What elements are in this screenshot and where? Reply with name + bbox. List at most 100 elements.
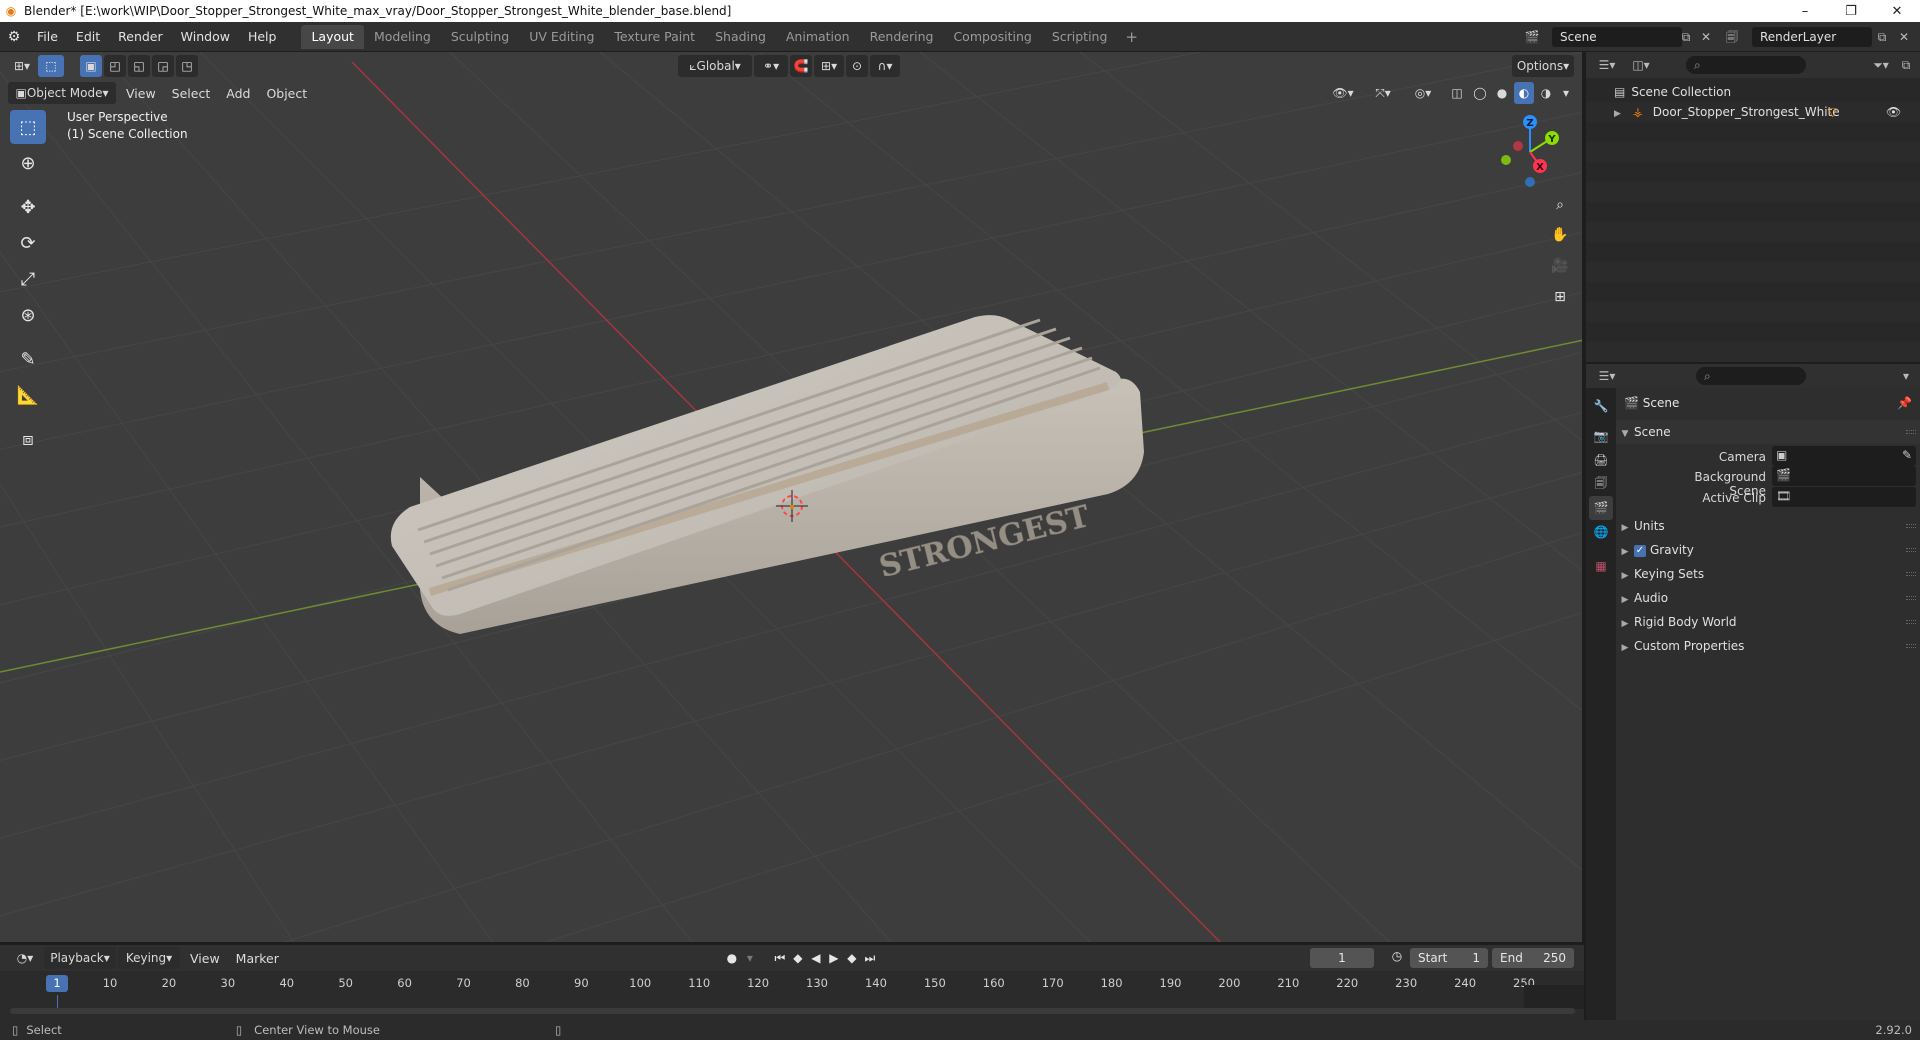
pin-icon[interactable]: 📌 (1897, 396, 1912, 410)
rotate-tool-icon[interactable]: ⟳ (10, 226, 46, 260)
gravity-panel-header[interactable]: ▶ ✓ Gravity (1616, 538, 1920, 562)
rigid-body-world-panel-header[interactable]: ▶ Rigid Body World (1616, 610, 1920, 634)
visibility-eye-icon[interactable]: 👁 (1886, 102, 1901, 122)
properties-editor-type-icon[interactable]: ☰▾ (1592, 366, 1622, 386)
menu-help[interactable]: Help (239, 22, 286, 52)
shading-solid-icon[interactable]: ● (1492, 82, 1512, 104)
menu-select[interactable]: Select (164, 86, 219, 101)
background-scene-field[interactable]: 🎬 (1772, 466, 1916, 486)
options-dropdown[interactable]: Options ▾ (1512, 55, 1574, 77)
shading-material-icon[interactable]: ◐ (1514, 82, 1534, 104)
jump-start-icon[interactable]: ⏮ (771, 951, 789, 966)
auto-keying-icon[interactable]: ● (723, 951, 741, 965)
end-frame-field[interactable]: End 250 (1492, 948, 1574, 968)
menu-edit[interactable]: Edit (67, 22, 109, 52)
pivot-point-dropdown[interactable]: ⚭▾ (754, 55, 789, 77)
world-tab-icon[interactable]: 🌐 (1589, 520, 1613, 544)
scene-selector-icon[interactable]: 🎬 (1522, 27, 1542, 47)
tab-compositing[interactable]: Compositing (943, 25, 1041, 49)
visibility-dropdown[interactable]: 👁▾ (1326, 82, 1360, 104)
jump-end-icon[interactable]: ⏭ (861, 951, 879, 966)
proportional-falloff-dropdown[interactable]: ∩▾ (870, 55, 901, 77)
xray-toggle-icon[interactable]: ◫ (1446, 82, 1468, 104)
render-tab-icon[interactable]: 📷 (1589, 424, 1613, 448)
timeline-menu-view[interactable]: View (182, 951, 228, 966)
transform-orientation-dropdown[interactable]: ⟀ Global ▾ (678, 55, 753, 77)
tab-texture-paint[interactable]: Texture Paint (604, 25, 705, 49)
drag-handle-icon[interactable] (1906, 430, 1916, 434)
tab-scripting[interactable]: Scripting (1042, 25, 1118, 49)
drag-handle-icon[interactable] (1906, 548, 1916, 552)
expand-arrow-icon[interactable]: ▶ (1614, 109, 1621, 119)
view-layer-icon[interactable]: 🗐 (1722, 27, 1742, 47)
snap-target-dropdown[interactable]: ⊞▾ (814, 55, 845, 77)
new-scene-icon[interactable]: ⧉ (1676, 27, 1696, 47)
jump-next-key-icon[interactable]: ◆ (843, 951, 861, 965)
door-stopper-object[interactable]: STRONGEST (390, 315, 1144, 634)
shading-rendered-icon[interactable]: ◑ (1536, 82, 1556, 104)
camera-field[interactable]: ▣ ✎ (1772, 446, 1916, 466)
filter-icon[interactable]: ⏷▾ (1866, 55, 1896, 75)
cursor-tool-icon[interactable]: ⊕ (10, 146, 46, 180)
mode-subtract-icon[interactable]: ◱ (128, 55, 151, 77)
shading-options-dropdown[interactable]: ▾ (1558, 82, 1574, 104)
outliner-search-input[interactable]: ⌕ (1686, 56, 1806, 74)
output-tab-icon[interactable]: 🖨 (1589, 448, 1613, 472)
drag-handle-icon[interactable] (1906, 596, 1916, 600)
view-layer-field[interactable]: RenderLayer (1752, 27, 1872, 47)
object-mode-dropdown[interactable]: ▣ Object Mode ▾ (8, 82, 116, 104)
tab-rendering[interactable]: Rendering (860, 25, 944, 49)
menu-render[interactable]: Render (109, 22, 172, 52)
maximize-button[interactable]: ❐ (1828, 0, 1874, 22)
texture-tab-icon[interactable]: ▦ (1589, 554, 1613, 578)
keying-sets-panel-header[interactable]: ▶ Keying Sets (1616, 562, 1920, 586)
gizmo-toggle-icon[interactable]: ⤧▾ (1366, 82, 1400, 104)
close-button[interactable]: ✕ (1874, 0, 1920, 22)
3d-viewport[interactable]: STRONGEST ⊞▾ ⬚ ▣ ◰ ◱ ◲ ◳ ⟀ Global ▾ ⚭▾ 🧲… (0, 52, 1584, 942)
drag-handle-icon[interactable] (1906, 572, 1916, 576)
snap-toggle-icon[interactable]: 🧲 (790, 55, 813, 77)
proportional-edit-icon[interactable]: ⊙ (846, 55, 869, 77)
mode-set-icon[interactable]: ▣ (80, 55, 103, 77)
tab-animation[interactable]: Animation (776, 25, 860, 49)
add-workspace-button[interactable]: + (1117, 28, 1146, 46)
drag-handle-icon[interactable] (1906, 644, 1916, 648)
play-reverse-icon[interactable]: ◀ (807, 951, 825, 965)
new-view-layer-icon[interactable]: ⧉ (1872, 27, 1892, 47)
outliner-row-object[interactable]: ▶ ⚶ Door_Stopper_Strongest_White ▽ 👁 (1586, 102, 1920, 122)
view-layer-tab-icon[interactable]: 🗐 (1589, 472, 1613, 496)
tab-modeling[interactable]: Modeling (364, 25, 441, 49)
tab-uv-editing[interactable]: UV Editing (519, 25, 604, 49)
annotate-tool-icon[interactable]: ✎ (10, 342, 46, 376)
playback-dropdown[interactable]: Playback ▾ (44, 947, 116, 969)
play-icon[interactable]: ▶ (825, 951, 843, 965)
display-mode-icon[interactable]: ◫▾ (1626, 55, 1656, 75)
current-frame-field[interactable]: 1 (1310, 948, 1374, 968)
tab-shading[interactable]: Shading (705, 25, 776, 49)
jump-prev-key-icon[interactable]: ◆ (789, 951, 807, 965)
delete-scene-icon[interactable]: ✕ (1696, 27, 1716, 47)
minimize-button[interactable]: – (1782, 0, 1828, 22)
scene-name-field[interactable]: Scene (1552, 27, 1682, 47)
start-frame-field[interactable]: Start 1 (1410, 948, 1488, 968)
eyedropper-icon[interactable]: ✎ (1902, 448, 1912, 462)
menu-file[interactable]: File (28, 22, 67, 52)
camera-view-icon[interactable]: 🎥 (1547, 253, 1573, 279)
new-collection-icon[interactable]: ⧉ (1896, 55, 1916, 75)
select-box-tool-icon[interactable]: ⬚ (38, 55, 65, 77)
navigation-gizmo[interactable]: Z Y X (1490, 110, 1570, 190)
tool-tab-icon[interactable]: 🔧 (1589, 394, 1613, 418)
properties-options-icon[interactable]: ▾ (1896, 366, 1916, 386)
shading-wireframe-icon[interactable]: ◯ (1470, 82, 1490, 104)
editor-type-icon[interactable]: ⊞▾ (8, 55, 36, 77)
delete-view-layer-icon[interactable]: ✕ (1894, 27, 1914, 47)
keying-dropdown[interactable]: Keying ▾ (118, 947, 180, 969)
add-cube-tool-icon[interactable]: ⧈ (10, 422, 46, 456)
menu-add[interactable]: Add (218, 86, 258, 101)
perspective-toggle-icon[interactable]: ⊞ (1547, 284, 1573, 310)
timeline-scrollbar[interactable] (10, 1008, 1575, 1014)
mode-extend-icon[interactable]: ◰ (104, 55, 127, 77)
menu-object[interactable]: Object (258, 86, 315, 101)
overlays-toggle-icon[interactable]: ◎▾ (1406, 82, 1440, 104)
units-panel-header[interactable]: ▶ Units (1616, 514, 1920, 538)
